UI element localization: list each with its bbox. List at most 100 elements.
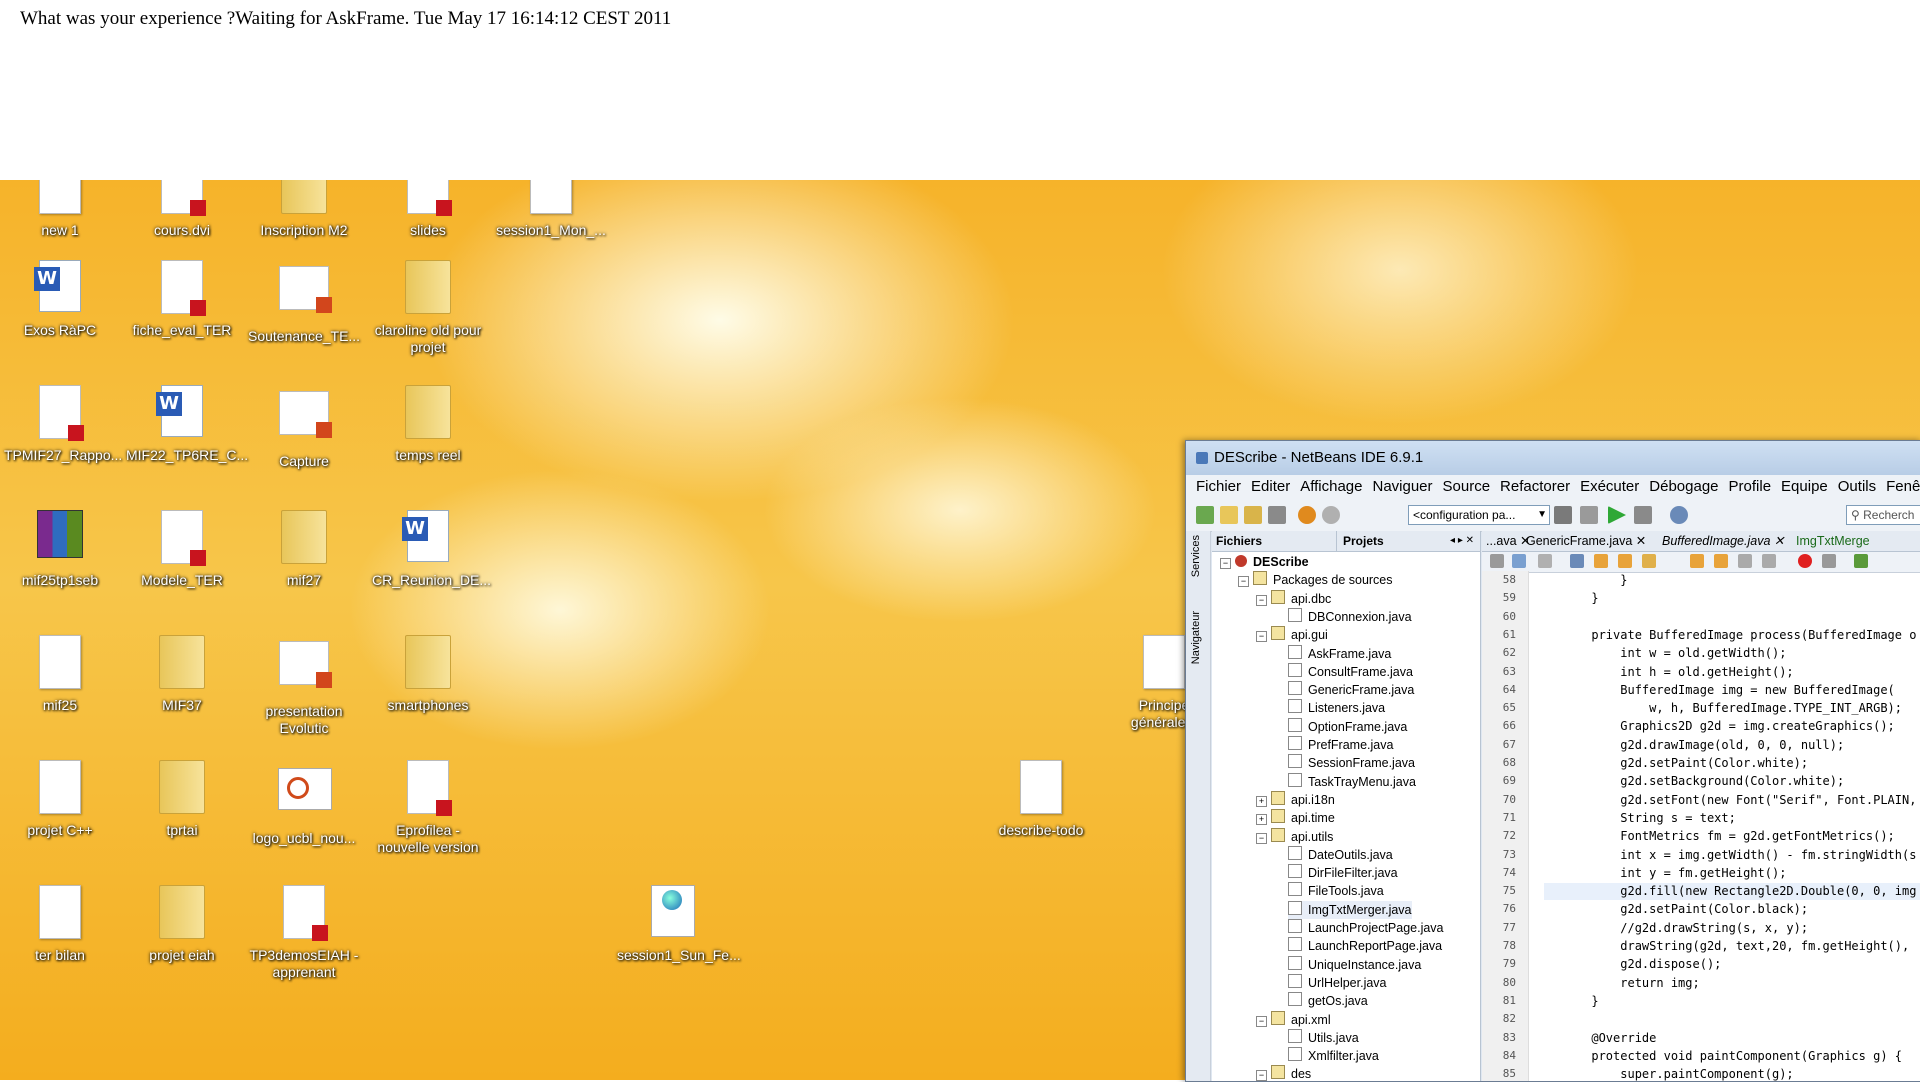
tree-node[interactable]: DirFileFilter.java [1288,864,1398,882]
desktop-icon[interactable]: smartphones [372,635,484,714]
redo-icon[interactable] [1322,506,1340,524]
toggle-highlight-icon[interactable] [1642,554,1656,568]
desktop-icon[interactable]: cours.dvi [126,180,238,239]
find-previous-icon[interactable] [1594,554,1608,568]
desktop-icon[interactable]: TPMIF27_Rappo... [4,385,122,464]
desktop-icon[interactable]: MIF22_TP6RE_C... [126,385,248,464]
tree-node[interactable]: UniqueInstance.java [1288,955,1421,974]
expand-icon[interactable]: + [1256,814,1267,826]
collapse-icon[interactable]: − [1256,594,1267,606]
tab-projects[interactable]: Projets [1336,531,1384,551]
tree-node[interactable]: LaunchProjectPage.java [1288,919,1444,937]
desktop-icon[interactable]: ter bilan [4,885,116,964]
search-input[interactable]: ⚲ Recherch [1846,505,1920,525]
desktop-icon[interactable]: slides [372,180,484,239]
tree-node[interactable]: OptionFrame.java [1288,717,1407,736]
desktop-icon[interactable]: logo_ucbl_nou... [248,760,360,847]
tab-navigator[interactable]: Navigateur [1190,611,1202,664]
menu-item[interactable]: Affichage [1300,478,1362,495]
tab-services[interactable]: Services [1190,535,1202,577]
desktop-icon[interactable]: MIF37 [126,635,238,714]
source-history-icon[interactable] [1490,554,1504,568]
desktop-icon[interactable]: Soutenance_TE... [248,260,360,345]
tree-node[interactable]: ImgTxtMerger.java [1288,900,1412,919]
menu-item[interactable]: Exécuter [1580,478,1639,495]
netbeans-window[interactable]: DEScribe - NetBeans IDE 6.9.1 Fichier Edi… [1185,440,1920,1082]
menu-item[interactable]: Editer [1251,478,1290,495]
clean-build-icon[interactable] [1580,506,1598,524]
tree-node[interactable]: − api.gui [1256,626,1328,644]
tree-node[interactable]: Xmlfilter.java [1288,1047,1379,1065]
bookmark-icon[interactable] [1738,554,1752,568]
menu-item[interactable]: Fichier [1196,478,1241,495]
desktop-icon[interactable]: claroline old pour projet [372,260,484,356]
tree-node[interactable]: − api.utils [1256,827,1333,846]
build-icon[interactable] [1554,506,1572,524]
menu-item[interactable]: Outils [1838,478,1876,495]
tree-node[interactable]: LaunchReportPage.java [1288,937,1442,955]
forward-icon[interactable] [1538,554,1552,568]
menu-item[interactable]: Source [1443,478,1491,495]
desktop-icon[interactable]: tprtai [126,760,238,839]
back-icon[interactable] [1512,554,1526,568]
desktop-icon[interactable]: describe-todo [985,760,1097,839]
tree-node[interactable]: ConsultFrame.java [1288,662,1413,681]
tab-files[interactable]: Fichiers [1216,531,1262,551]
collapse-icon[interactable]: − [1238,576,1249,588]
editor-tab[interactable]: BufferedImage.java ✕ [1662,531,1784,551]
collapse-icon[interactable]: − [1256,631,1267,643]
menu-item[interactable]: Profile [1729,478,1772,495]
desktop-icon[interactable]: temps reel [372,385,484,464]
tree-node[interactable]: TaskTrayMenu.java [1288,772,1416,791]
find-icon[interactable] [1570,554,1584,568]
desktop-icon[interactable]: session1_Mon_... [495,180,607,239]
tree-node[interactable]: Utils.java [1288,1028,1359,1047]
undo-icon[interactable] [1298,506,1316,524]
stop-macro-icon[interactable] [1822,554,1836,568]
desktop-icon[interactable]: Capture [248,385,360,470]
collapse-icon[interactable]: − [1220,558,1231,569]
desktop-icon[interactable]: Exos RàPC [4,260,116,339]
desktop-icon[interactable]: mif27 [248,510,360,589]
tree-node[interactable]: DateOutils.java [1288,845,1393,864]
tree-node[interactable]: + api.time [1256,809,1335,827]
run-icon[interactable] [1608,506,1626,524]
editor-tab[interactable]: ImgTxtMerge [1796,531,1870,551]
menu-item[interactable]: Equipe [1781,478,1828,495]
desktop-icon[interactable]: projet eiah [126,885,238,964]
desktop-icon[interactable]: Eprofilea - nouvelle version [372,760,484,856]
comment-icon[interactable] [1762,554,1776,568]
desktop-icon[interactable]: Inscription M2 [248,180,360,239]
tree-node[interactable]: − Packages de sources [1238,571,1393,589]
tree-node[interactable]: − api.xml [1256,1010,1331,1029]
desktop-icon[interactable]: CR_Reunion_DE... [372,510,491,589]
tree-node[interactable]: UrlHelper.java [1288,973,1387,992]
desktop-icon[interactable]: projet C++ [4,760,116,839]
new-file-icon[interactable] [1196,506,1214,524]
tree-node[interactable]: + api.i18n [1256,790,1335,809]
desktop-icon[interactable]: mif25 [4,635,116,714]
open-project-icon[interactable] [1244,506,1262,524]
menu-item[interactable]: Fenêtre [1886,478,1920,495]
tree-node[interactable]: SessionFrame.java [1288,754,1415,772]
debug-icon[interactable] [1634,506,1652,524]
desktop-icon[interactable]: Modele_TER [126,510,238,589]
menu-item[interactable]: Naviguer [1372,478,1432,495]
collapse-icon[interactable]: − [1256,1015,1267,1027]
tree-node[interactable]: FileTools.java [1288,882,1384,900]
configuration-select[interactable]: <configuration pa... ▼ [1408,505,1550,525]
record-macro-icon[interactable] [1798,554,1812,568]
desktop-icon[interactable]: presentation Evolutic [248,635,360,737]
editor-tab[interactable]: GenericFrame.java ✕ [1526,531,1646,551]
window-titlebar[interactable]: DEScribe - NetBeans IDE 6.9.1 [1186,441,1920,475]
desktop-icon[interactable]: TP3demosEIAH - apprenant [248,885,360,981]
tree-node[interactable]: Listeners.java [1288,699,1385,717]
tree-node[interactable]: AskFrame.java [1288,644,1391,663]
tree-node[interactable]: PrefFrame.java [1288,736,1393,754]
save-all-icon[interactable] [1268,506,1286,524]
editor-tab[interactable]: ...ava ✕ [1486,531,1531,551]
tree-node[interactable]: − api.dbc [1256,589,1331,608]
close-icon[interactable]: ◂ ▸ ✕ [1450,531,1474,551]
expand-icon[interactable]: + [1256,795,1267,807]
desktop-icon[interactable]: session1_Sun_Fe... [617,885,741,964]
